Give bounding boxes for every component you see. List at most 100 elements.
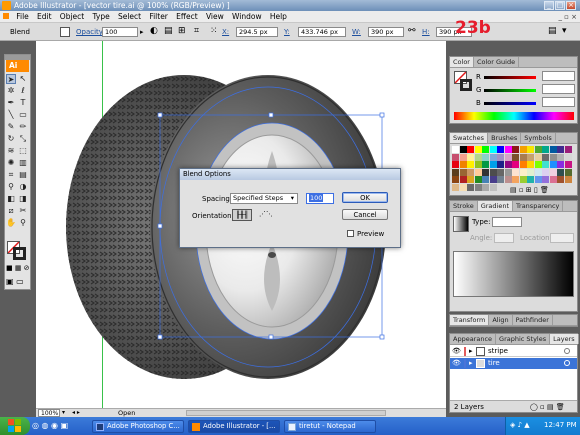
swatch[interactable] <box>482 153 489 161</box>
opacity-label[interactable]: Opacity: <box>76 27 105 37</box>
tab-transparency[interactable]: Transparency <box>513 201 564 211</box>
live-paint-selection-icon[interactable]: ◨ <box>18 194 28 204</box>
swatch[interactable] <box>497 176 504 183</box>
swatch[interactable] <box>527 176 534 183</box>
channel-g-slider[interactable] <box>484 89 536 92</box>
swatch[interactable] <box>557 153 564 161</box>
quick-launch-icons[interactable]: ◎ ◍ ◉ ▣ <box>32 421 88 431</box>
blend-icon[interactable]: ◑ <box>18 182 28 192</box>
control-panel-menu-icon[interactable]: ▾ <box>562 26 567 36</box>
swatch[interactable] <box>482 183 489 191</box>
swatch[interactable] <box>459 168 467 176</box>
gradient-location-field[interactable] <box>550 233 574 243</box>
swatch[interactable] <box>504 168 512 176</box>
swatch[interactable] <box>519 176 527 183</box>
swatch[interactable] <box>459 176 467 183</box>
swatch[interactable] <box>459 153 467 161</box>
swatch[interactable] <box>474 161 482 168</box>
minimize-button[interactable]: _ <box>544 1 554 10</box>
swatch[interactable] <box>452 168 459 176</box>
opacity-dropdown-icon[interactable]: ▸ <box>140 27 144 37</box>
swatch[interactable] <box>452 176 459 183</box>
swatch[interactable] <box>497 168 504 176</box>
swatch[interactable] <box>534 153 542 161</box>
channel-r-slider[interactable] <box>484 76 536 79</box>
scale-icon[interactable]: ⤡ <box>18 134 28 144</box>
swatch[interactable] <box>497 161 504 168</box>
slice-icon[interactable]: ⧄ <box>6 206 16 216</box>
swatch[interactable] <box>512 153 519 161</box>
swatch[interactable] <box>534 176 542 183</box>
gradient-ramp[interactable] <box>453 251 574 297</box>
tab-color-guide[interactable]: Color Guide <box>474 57 520 67</box>
stroke-swatch-tool[interactable] <box>13 247 26 260</box>
swatch[interactable] <box>519 146 527 153</box>
tab-stroke[interactable]: Stroke <box>450 201 478 211</box>
panel-dock-icon[interactable]: ▤ <box>548 26 557 36</box>
magic-wand-icon[interactable]: ✲ <box>6 86 16 96</box>
column-graph-icon[interactable]: ▥ <box>18 158 28 168</box>
swatch[interactable] <box>557 161 564 168</box>
pencil-icon[interactable]: ✏ <box>18 122 28 132</box>
menu-file[interactable]: File <box>13 11 32 23</box>
align-to-page-icon[interactable]: ╟╫╢ <box>232 209 252 221</box>
swatch[interactable] <box>527 153 534 161</box>
swatch[interactable] <box>549 153 557 161</box>
tab-color[interactable]: Color <box>450 57 474 67</box>
start-button[interactable] <box>0 417 30 435</box>
swatch[interactable] <box>549 168 557 176</box>
swatch[interactable] <box>489 183 497 191</box>
live-paint-icon[interactable]: ◧ <box>6 194 16 204</box>
swatch[interactable] <box>459 183 467 191</box>
menu-effect[interactable]: Effect <box>173 11 201 23</box>
expand-triangle-icon[interactable]: ▸ <box>469 359 473 367</box>
menu-filter[interactable]: Filter <box>146 11 171 23</box>
tab-gradient[interactable]: Gradient <box>477 201 514 211</box>
tab-transform[interactable]: Transform <box>450 315 490 325</box>
swatch[interactable] <box>542 161 549 168</box>
swatch[interactable] <box>564 161 572 168</box>
pen-icon[interactable]: ✒ <box>6 98 16 108</box>
swatch[interactable] <box>542 176 549 183</box>
swatch[interactable] <box>542 146 549 153</box>
x-label[interactable]: X: <box>222 27 229 37</box>
swatch[interactable] <box>527 168 534 176</box>
document-window-controls[interactable]: _ ▫ × <box>558 13 577 21</box>
swatch[interactable] <box>564 168 572 176</box>
tab-align[interactable]: Align <box>489 315 513 325</box>
type-icon[interactable]: T <box>18 98 28 108</box>
swatch[interactable] <box>564 176 572 183</box>
reference-point-icon[interactable]: ⁙ <box>210 26 218 36</box>
swatch[interactable] <box>519 153 527 161</box>
swatch[interactable] <box>542 153 549 161</box>
swatch[interactable] <box>467 161 474 168</box>
swatch[interactable] <box>504 161 512 168</box>
swatch[interactable] <box>467 183 474 191</box>
swatch[interactable] <box>549 146 557 153</box>
paintbrush-icon[interactable]: ✎ <box>6 122 16 132</box>
menu-view[interactable]: View <box>203 11 227 23</box>
horizontal-scrollbar[interactable] <box>186 410 386 416</box>
tab-swatches[interactable]: Swatches <box>450 133 489 143</box>
zoom-dropdown-icon[interactable]: ▾ <box>62 409 65 416</box>
visibility-eye-icon[interactable]: 👁 <box>452 347 461 355</box>
layer-row-tire[interactable]: 👁 ▸ tire <box>450 358 577 369</box>
swatch[interactable] <box>474 146 482 153</box>
swatch[interactable] <box>474 176 482 183</box>
rotate-icon[interactable]: ↻ <box>6 134 16 144</box>
swatch[interactable] <box>489 153 497 161</box>
gradient-angle-field[interactable] <box>494 233 514 243</box>
swatch[interactable] <box>482 168 489 176</box>
free-transform-icon[interactable]: ⬚ <box>18 146 28 156</box>
swatch[interactable] <box>467 168 474 176</box>
swatch[interactable] <box>459 146 467 153</box>
swatch[interactable] <box>474 153 482 161</box>
eyedropper-icon[interactable]: ⚲ <box>6 182 16 192</box>
swatch[interactable] <box>474 183 482 191</box>
maximize-button[interactable]: □ <box>555 1 565 10</box>
artboard-nav-icon[interactable]: ◂ ▸ <box>72 409 80 417</box>
stroke-swatch[interactable] <box>60 27 70 37</box>
menu-edit[interactable]: Edit <box>34 11 55 23</box>
constrain-proportions-icon[interactable]: ⚯ <box>408 26 416 36</box>
swatch[interactable] <box>564 153 572 161</box>
